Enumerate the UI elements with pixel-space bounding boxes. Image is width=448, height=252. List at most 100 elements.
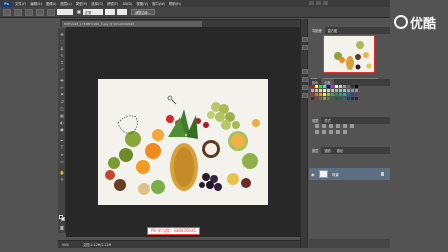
gradient-icon[interactable]: ▦ — [59, 113, 65, 118]
menu-filter[interactable]: 滤镜(T) — [107, 1, 119, 6]
subtract-selection-icon[interactable] — [36, 8, 44, 16]
swatch[interactable] — [335, 89, 338, 92]
swatch[interactable] — [331, 85, 334, 88]
swatch[interactable] — [347, 85, 350, 88]
swatch[interactable] — [355, 93, 358, 96]
swatch[interactable] — [315, 97, 318, 100]
properties-panel-icon[interactable] — [302, 45, 308, 50]
swatch[interactable] — [351, 93, 354, 96]
crop-tool-icon[interactable]: ⌗ — [59, 60, 65, 65]
swatch[interactable] — [355, 97, 358, 100]
swatch[interactable] — [319, 93, 322, 96]
close-button[interactable] — [323, 1, 328, 5]
swatch[interactable] — [339, 85, 342, 88]
height-field[interactable] — [117, 9, 127, 15]
swatch[interactable] — [311, 93, 314, 96]
layer-row[interactable]: ◉ 背景 — [309, 168, 390, 180]
menu-help[interactable]: 帮助(H) — [169, 1, 181, 6]
eyedropper-icon[interactable]: ✐ — [59, 67, 65, 72]
swatch[interactable] — [323, 85, 326, 88]
character-panel-icon[interactable] — [302, 69, 308, 74]
quick-mask-icon[interactable]: ◙ — [59, 225, 65, 230]
eraser-icon[interactable]: ◫ — [59, 106, 65, 111]
swatch[interactable] — [327, 89, 330, 92]
tab-layers[interactable]: 图层 — [309, 147, 322, 154]
tab-paths[interactable]: 路径 — [334, 147, 346, 154]
maximize-button[interactable] — [316, 1, 321, 5]
dodge-icon[interactable]: ● — [59, 127, 65, 132]
swatch[interactable] — [315, 93, 318, 96]
swatch[interactable] — [351, 89, 354, 92]
history-brush-icon[interactable]: ↺ — [59, 99, 65, 104]
pen-tool-icon[interactable]: ✒ — [59, 138, 65, 143]
swatch[interactable] — [347, 93, 350, 96]
menu-3d[interactable]: 3D(D) — [122, 2, 132, 6]
swatch[interactable] — [351, 97, 354, 100]
background-color-swatch[interactable] — [61, 217, 65, 221]
menu-layer[interactable]: 图层(L) — [60, 1, 71, 6]
menu-edit[interactable]: 编辑(E) — [30, 1, 42, 6]
shape-tool-icon[interactable]: ▭ — [59, 159, 65, 164]
swatch[interactable] — [311, 89, 314, 92]
adjustment-buttons[interactable] — [313, 123, 383, 135]
swatch[interactable] — [331, 97, 334, 100]
menu-window[interactable]: 窗口(W) — [152, 1, 165, 6]
swatch-grid[interactable] — [311, 85, 387, 115]
history-panel-icon[interactable] — [302, 37, 308, 42]
swatch[interactable] — [355, 85, 358, 88]
swatch[interactable] — [319, 89, 322, 92]
menu-file[interactable]: 文件(F) — [15, 1, 26, 6]
marquee-tool-icon[interactable]: ⬚ — [59, 39, 65, 44]
swatch[interactable] — [327, 97, 330, 100]
move-tool-icon[interactable]: ✥ — [59, 32, 65, 37]
clone-source-icon[interactable] — [302, 93, 308, 98]
swatch[interactable] — [323, 97, 326, 100]
intersect-selection-icon[interactable] — [47, 8, 55, 16]
swatch[interactable] — [343, 93, 346, 96]
swatch[interactable] — [343, 89, 346, 92]
swatch[interactable] — [315, 85, 318, 88]
swatch[interactable] — [319, 97, 322, 100]
menu-image[interactable]: 图像(I) — [46, 1, 56, 6]
menu-type[interactable]: 类型(Y) — [76, 1, 88, 6]
swatch[interactable] — [339, 89, 342, 92]
swatch[interactable] — [335, 93, 338, 96]
fruit-photo-canvas[interactable] — [98, 79, 268, 205]
style-select[interactable]: 正常 — [83, 9, 103, 15]
swatch[interactable] — [323, 89, 326, 92]
clone-stamp-icon[interactable]: ⚑ — [59, 92, 65, 97]
tab-navigator[interactable]: 导航器 — [309, 27, 325, 34]
tab-channels[interactable]: 通道 — [321, 147, 333, 154]
menu-select[interactable]: 选择(S) — [91, 1, 103, 6]
type-tool-icon[interactable]: T — [59, 145, 65, 150]
refine-edge-button[interactable]: 调整边缘... — [131, 9, 155, 15]
add-selection-icon[interactable] — [25, 8, 33, 16]
swatch[interactable] — [331, 93, 334, 96]
swatch[interactable] — [339, 93, 342, 96]
swatch[interactable] — [347, 89, 350, 92]
swatch[interactable] — [343, 97, 346, 100]
blur-icon[interactable]: ◐ — [59, 120, 65, 125]
feather-field[interactable] — [57, 9, 73, 15]
swatch[interactable] — [311, 85, 314, 88]
minimize-button[interactable] — [309, 1, 314, 5]
hand-tool-icon[interactable]: ✋ — [59, 170, 65, 175]
lasso-tool-icon[interactable]: ϕ — [59, 46, 65, 51]
tab-histogram[interactable]: 直方图 — [325, 27, 341, 34]
swatch[interactable] — [347, 97, 350, 100]
brush-tool-icon[interactable]: ✏ — [59, 85, 65, 90]
swatch[interactable] — [315, 89, 318, 92]
swatch[interactable] — [311, 97, 314, 100]
swatch[interactable] — [319, 85, 322, 88]
navigator-preview[interactable] — [323, 35, 375, 73]
swatch[interactable] — [327, 85, 330, 88]
antialias-checkbox[interactable] — [77, 10, 81, 14]
swatch[interactable] — [351, 85, 354, 88]
swatch[interactable] — [323, 93, 326, 96]
menu-view[interactable]: 视图(V) — [136, 1, 148, 6]
swatch[interactable] — [335, 97, 338, 100]
zoom-level[interactable]: 50% — [62, 243, 69, 247]
swatch[interactable] — [327, 93, 330, 96]
paragraph-panel-icon[interactable] — [302, 77, 308, 82]
width-field[interactable] — [105, 9, 115, 15]
